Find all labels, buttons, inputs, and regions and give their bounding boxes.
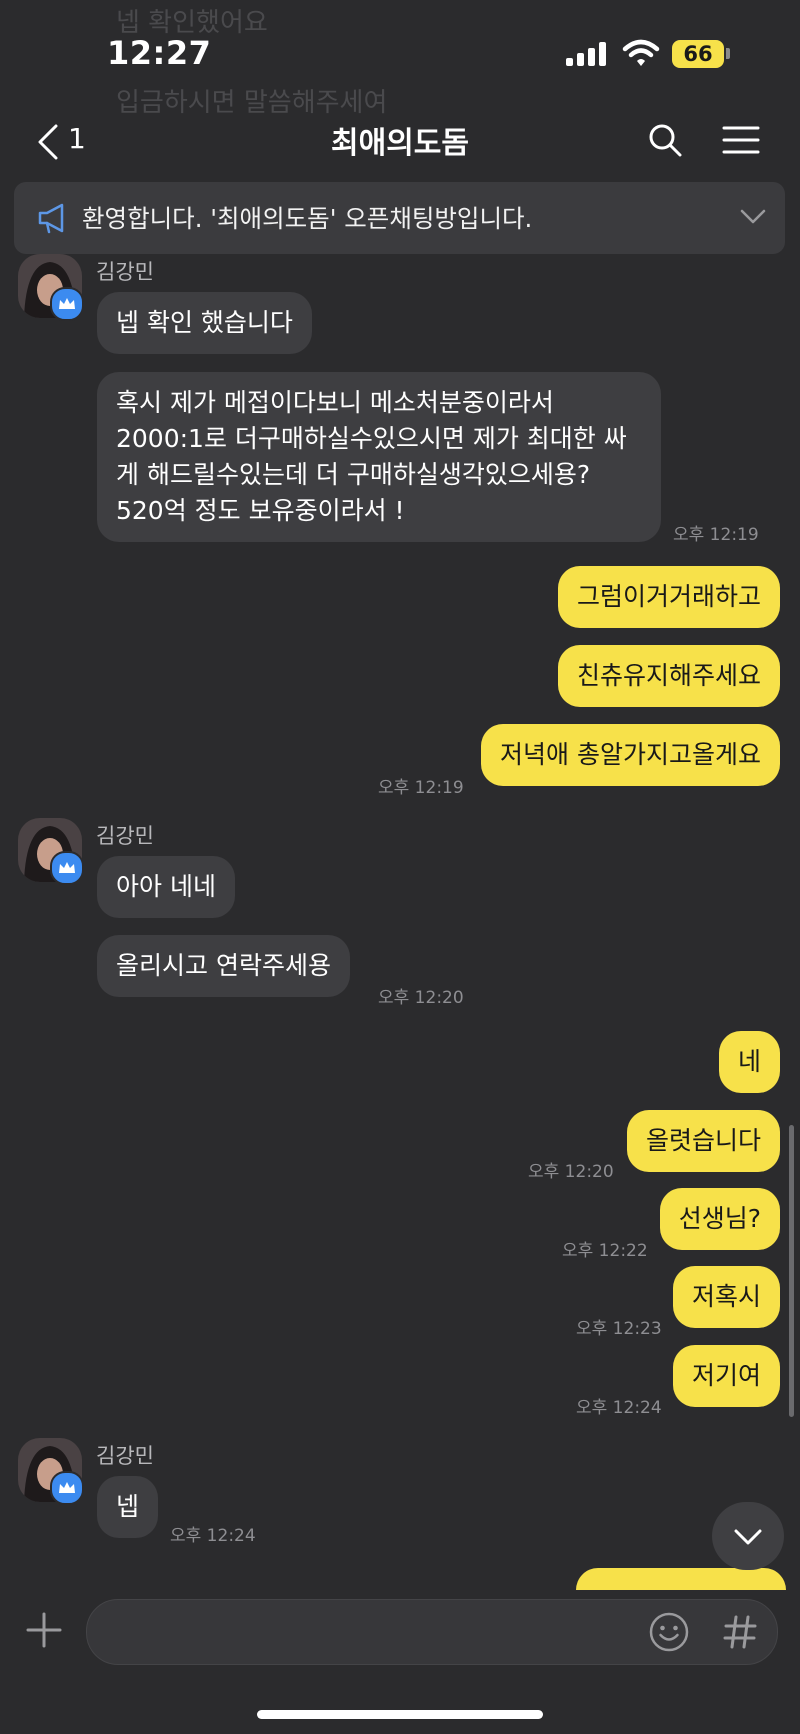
emoji-icon[interactable]: [648, 1611, 690, 1653]
chevron-down-icon[interactable]: [740, 208, 766, 226]
incoming-message[interactable]: 올리시고 연락주세용: [97, 935, 350, 997]
search-icon[interactable]: [647, 122, 683, 158]
outgoing-message[interactable]: 그럼이거거래하고: [557, 566, 780, 628]
outgoing-message[interactable]: 저기여: [672, 1345, 780, 1407]
message-timestamp: 오후 12:24: [576, 1398, 662, 1418]
menu-icon[interactable]: [722, 125, 760, 155]
message-timestamp: 오후 12:23: [576, 1319, 662, 1339]
message-timestamp: 오후 12:22: [562, 1241, 648, 1261]
sender-name: 김강민: [96, 1444, 154, 1468]
wifi-icon: [622, 39, 660, 66]
incoming-message[interactable]: 넵: [97, 1476, 159, 1538]
cellular-signal-icon: [566, 42, 608, 66]
message-timestamp: 오후 12:19: [378, 778, 464, 798]
chevron-down-icon: [734, 1529, 762, 1545]
outgoing-message[interactable]: 저혹시: [672, 1266, 780, 1328]
crown-badge-icon: [50, 851, 84, 885]
outgoing-message[interactable]: 선생님?: [659, 1188, 780, 1250]
incoming-message[interactable]: 혹시 제가 메접이다보니 메소처분중이라서 2000:1로 더구매하실수있으시면…: [97, 372, 661, 542]
plus-icon[interactable]: [26, 1612, 62, 1648]
scroll-to-bottom-button[interactable]: [712, 1502, 784, 1570]
notice-banner[interactable]: 환영합니다. '최애의도돔' 오픈채팅방입니다.: [14, 182, 785, 254]
battery-cap: [726, 48, 730, 59]
home-indicator: [257, 1710, 543, 1719]
message-timestamp: 오후 12:24: [170, 1526, 256, 1546]
hashtag-icon[interactable]: [722, 1614, 758, 1650]
notice-text: 환영합니다. '최애의도돔' 오픈채팅방입니다.: [82, 204, 533, 233]
message-timestamp: 오후 12:20: [528, 1162, 614, 1182]
incoming-message[interactable]: 넵 확인 했습니다: [97, 292, 312, 354]
outgoing-message[interactable]: 올렷습니다: [626, 1110, 780, 1172]
status-time: 12:27: [107, 34, 212, 72]
crown-badge-icon: [50, 287, 84, 321]
scrollbar[interactable]: [789, 1125, 794, 1417]
incoming-message[interactable]: 아아 네네: [97, 856, 235, 918]
battery-indicator: 66: [672, 40, 724, 68]
sender-name: 김강민: [96, 260, 154, 284]
outgoing-message[interactable]: 저녁애 총알가지고올게요: [481, 724, 780, 786]
crown-badge-icon: [50, 1471, 84, 1505]
outgoing-message[interactable]: 친츄유지해주세요: [557, 645, 780, 707]
megaphone-icon: [38, 203, 64, 234]
ghost-message: 입금하시면 말씀해주세여: [116, 88, 388, 118]
message-timestamp: 오후 12:19: [673, 525, 759, 545]
sender-name: 김강민: [96, 824, 154, 848]
outgoing-message[interactable]: 네: [718, 1031, 780, 1093]
message-timestamp: 오후 12:20: [378, 988, 464, 1008]
